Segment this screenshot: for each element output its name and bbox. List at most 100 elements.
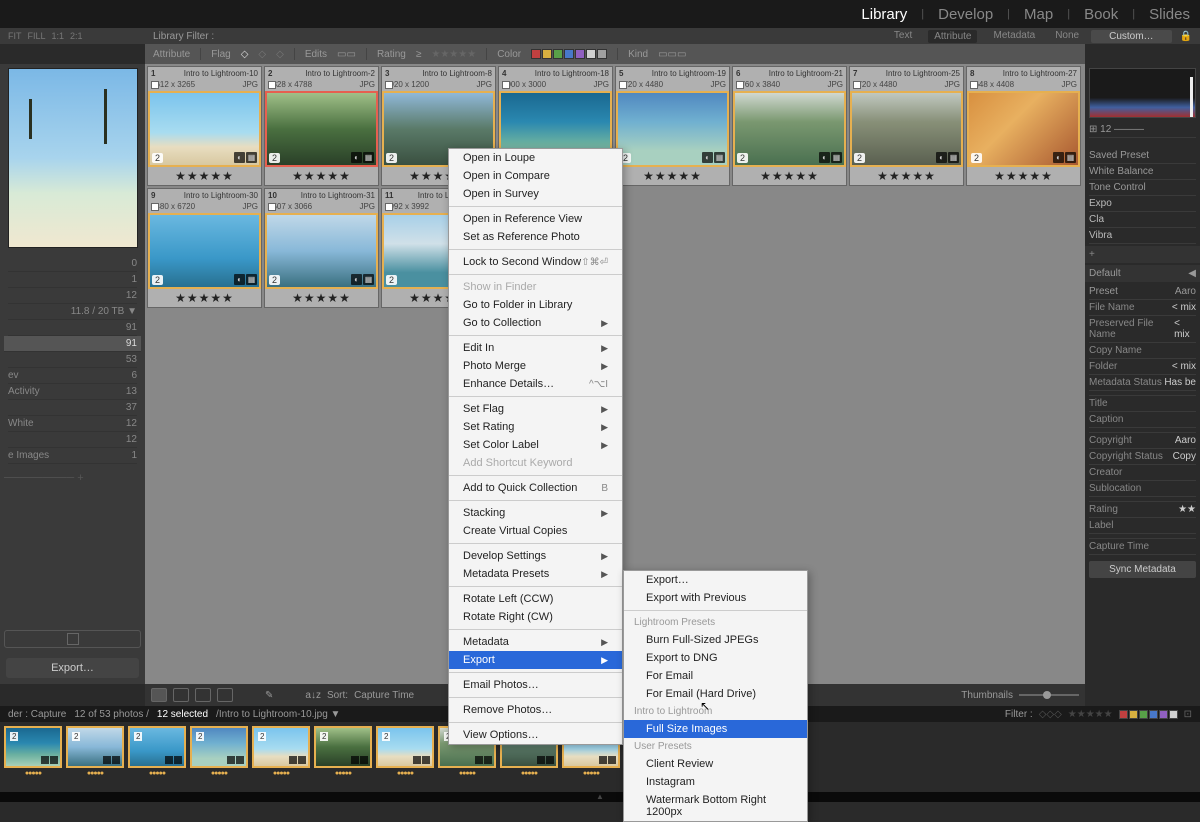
submenu-item[interactable]: Export with Previous: [624, 589, 807, 607]
stack-badge[interactable]: 2: [971, 153, 982, 163]
filter-color-swatch[interactable]: [1159, 710, 1168, 719]
metadata-row[interactable]: Creator: [1089, 465, 1196, 481]
thumb-badge-icon[interactable]: ▦: [948, 152, 959, 163]
color-swatch[interactable]: [553, 49, 563, 59]
menu-item[interactable]: Rotate Left (CCW): [449, 590, 622, 608]
panel-tone-control[interactable]: Tone Control: [1089, 180, 1196, 196]
metadata-row[interactable]: Copy Name: [1089, 343, 1196, 359]
grid-cell[interactable]: 5Intro to Lightroom-19 6720 x 4480JPG 2 …: [615, 66, 730, 186]
left-stat-row[interactable]: 0: [8, 256, 137, 272]
rating-gte[interactable]: ≥: [416, 49, 422, 60]
thumb-badge-icon[interactable]: ◐: [702, 152, 713, 163]
tab-book[interactable]: Book: [1084, 6, 1118, 23]
metadata-row[interactable]: Copyright StatusCopy: [1089, 449, 1196, 465]
menu-item[interactable]: Metadata▶: [449, 633, 622, 651]
left-stat-row[interactable]: White12: [8, 416, 137, 432]
menu-item[interactable]: Go to Folder in Library: [449, 296, 622, 314]
submenu-item[interactable]: Burn Full-Sized JPEGs: [624, 631, 807, 649]
submenu-item[interactable]: For Email: [624, 667, 807, 685]
metadata-default[interactable]: Default◀: [1085, 265, 1200, 282]
thumb-badge-icon[interactable]: ▦: [1065, 152, 1076, 163]
kind-icons[interactable]: ▭▭▭: [658, 49, 686, 60]
sort-direction-icon[interactable]: a↓z: [305, 690, 321, 701]
grid-cell[interactable]: 8Intro to Lightroom-27 3648 x 4408JPG 2 …: [966, 66, 1081, 186]
menu-item[interactable]: Create Virtual Copies: [449, 522, 622, 540]
menu-item[interactable]: Set Flag▶: [449, 400, 622, 418]
tab-slideshow[interactable]: Slides: [1149, 6, 1190, 23]
thumb-badge-icon[interactable]: ▦: [246, 152, 257, 163]
filter-color-swatch[interactable]: [1139, 710, 1148, 719]
filmstrip-thumb[interactable]: 6 ▸ 2 ●●●●●: [314, 726, 372, 792]
stack-badge[interactable]: 2: [269, 275, 280, 285]
grid-view-icon[interactable]: [151, 688, 167, 702]
grid-cell[interactable]: 9Intro to Lightroom-30 4480 x 6720JPG 2 …: [147, 188, 262, 308]
thumb-badge-icon[interactable]: ▦: [714, 152, 725, 163]
tab-develop[interactable]: Develop: [938, 6, 993, 23]
tone-clarity[interactable]: Cla: [1089, 212, 1196, 228]
menu-item[interactable]: Stacking▶: [449, 504, 622, 522]
status-filename[interactable]: /Intro to Lightroom-10.jpg ▼: [216, 709, 340, 720]
menu-item[interactable]: Metadata Presets▶: [449, 565, 622, 583]
menu-item[interactable]: Go to Collection▶: [449, 314, 622, 332]
tone-exposure[interactable]: Expo: [1089, 196, 1196, 212]
metadata-row[interactable]: Metadata StatusHas be: [1089, 375, 1196, 391]
tab-library[interactable]: Library: [861, 6, 907, 23]
menu-item[interactable]: Rotate Right (CW): [449, 608, 622, 626]
menu-item[interactable]: Open in Reference View: [449, 210, 622, 228]
edits-icon[interactable]: ▭▭: [337, 49, 356, 60]
thumb-badge-icon[interactable]: ◐: [234, 274, 245, 285]
filter-color-swatch[interactable]: [1129, 710, 1138, 719]
metadata-row[interactable]: Label: [1089, 518, 1196, 534]
sync-metadata-button[interactable]: Sync Metadata: [1089, 561, 1196, 578]
menu-item[interactable]: Photo Merge▶: [449, 357, 622, 375]
submenu-item[interactable]: For Email (Hard Drive): [624, 685, 807, 703]
stack-badge[interactable]: 2: [152, 275, 163, 285]
thumbnail-size-slider[interactable]: [1019, 694, 1079, 696]
filmstrip-thumb[interactable]: 1 ▸ 2 ●●●●●: [4, 726, 62, 792]
menu-item[interactable]: Open in Loupe: [449, 149, 622, 167]
metadata-row[interactable]: CopyrightAaro: [1089, 433, 1196, 449]
thumb-badge-icon[interactable]: ▦: [363, 274, 374, 285]
menu-item[interactable]: Open in Survey: [449, 185, 622, 203]
zoom-fit[interactable]: FIT: [8, 31, 22, 41]
thumb-badge-icon[interactable]: ▦: [363, 152, 374, 163]
tone-vibrance[interactable]: Vibra: [1089, 228, 1196, 244]
plus-icon[interactable]: +: [1089, 249, 1095, 260]
left-stat-row[interactable]: 37: [8, 400, 137, 416]
submenu-item[interactable]: Watermark Bottom Right 1200px: [624, 791, 807, 821]
preset-value[interactable]: Aaro: [1175, 286, 1196, 297]
left-stat-row[interactable]: ev6: [8, 368, 137, 384]
stack-badge[interactable]: 2: [152, 153, 163, 163]
export-button[interactable]: Export…: [6, 658, 139, 678]
left-stat-row[interactable]: 91: [4, 336, 141, 352]
stack-badge[interactable]: 2: [386, 153, 397, 163]
tab-map[interactable]: Map: [1024, 6, 1053, 23]
filmstrip-thumb[interactable]: 7 ▸ 2 ●●●●●: [376, 726, 434, 792]
menu-item[interactable]: Add to Quick CollectionB: [449, 479, 622, 497]
color-swatch[interactable]: [586, 49, 596, 59]
grid-cell[interactable]: 2Intro to Lightroom-2 3328 x 4788JPG 2 ◐…: [264, 66, 379, 186]
stack-badge[interactable]: 2: [737, 153, 748, 163]
metadata-row[interactable]: File Name< mix: [1089, 300, 1196, 316]
menu-item[interactable]: Remove Photos…: [449, 701, 622, 719]
filter-attribute[interactable]: Attribute: [928, 30, 977, 43]
navigator-preview[interactable]: [8, 68, 138, 248]
color-swatch[interactable]: [564, 49, 574, 59]
panel-white-balance[interactable]: White Balance: [1089, 164, 1196, 180]
histogram[interactable]: [1089, 68, 1196, 118]
menu-item[interactable]: View Options…: [449, 726, 622, 744]
stack-badge[interactable]: 2: [386, 275, 397, 285]
left-stat-row[interactable]: Activity13: [8, 384, 137, 400]
menu-item[interactable]: Set Rating▶: [449, 418, 622, 436]
loupe-view-icon[interactable]: [173, 688, 189, 702]
stack-badge[interactable]: 2: [854, 153, 865, 163]
thumb-badge-icon[interactable]: ▦: [831, 152, 842, 163]
left-stat-row[interactable]: 91: [8, 320, 137, 336]
zoom-2-1[interactable]: 2:1: [70, 31, 83, 41]
rating-stars[interactable]: ★★★★★: [431, 49, 476, 60]
stack-badge[interactable]: 2: [269, 153, 280, 163]
lock-icon[interactable]: 🔒: [1180, 31, 1192, 42]
metadata-row[interactable]: Preserved File Name< mix: [1089, 316, 1196, 343]
metadata-row[interactable]: Capture Time: [1089, 539, 1196, 555]
color-swatch[interactable]: [575, 49, 585, 59]
